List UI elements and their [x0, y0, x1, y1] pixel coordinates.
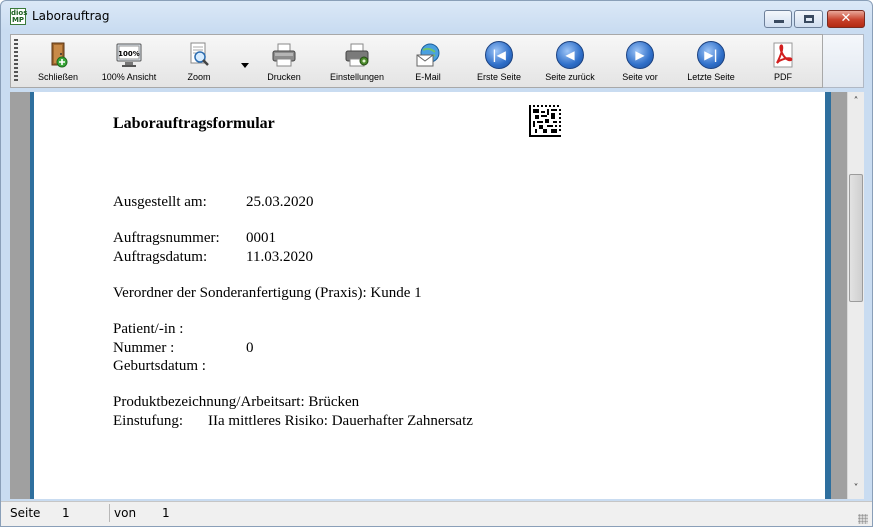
first-page-icon: |◀	[485, 41, 513, 69]
toolbar-empty-area	[823, 34, 864, 88]
close-report-button[interactable]: Schließen	[33, 39, 83, 85]
minimize-button[interactable]	[764, 10, 792, 28]
report-page: Laborauftragsformular Ausgestellt am: 25…	[34, 92, 825, 499]
order-number-value: 0001	[246, 230, 276, 246]
scroll-down-icon[interactable]: ˅	[848, 481, 864, 497]
settings-button[interactable]: Einstellungen	[327, 39, 387, 85]
print-label: Drucken	[267, 72, 301, 82]
patient-label: Patient/-in :	[113, 321, 184, 337]
window-title: Laborauftrag	[32, 9, 110, 23]
order-date-label: Auftragsdatum:	[113, 249, 208, 265]
last-page-button[interactable]: ▶| Letzte Seite	[683, 39, 739, 85]
settings-label: Einstellungen	[329, 72, 385, 82]
status-bar: Seite 1 von 1	[1, 501, 872, 526]
full-view-button[interactable]: 100% 100% Ansicht	[97, 39, 161, 85]
classification-value: IIa mittleres Risiko: Dauerhafter Zahner…	[208, 413, 473, 429]
printer-icon	[272, 43, 296, 67]
last-page-icon: ▶|	[697, 41, 725, 69]
order-number-label: Auftragsnummer:	[113, 230, 220, 246]
number-value: 0	[246, 340, 254, 356]
pdf-icon	[773, 42, 793, 68]
of-label: von	[114, 506, 137, 520]
datamatrix-code	[529, 105, 561, 137]
prescriber-line: Verordner der Sonderanfertigung (Praxis)…	[113, 285, 422, 301]
of-value: 1	[162, 506, 170, 520]
order-date-value: 11.03.2020	[246, 249, 313, 265]
zoom-button[interactable]: Zoom	[179, 39, 219, 85]
last-page-label: Letzte Seite	[687, 72, 735, 82]
zoom-dropdown-arrow-icon[interactable]	[241, 63, 249, 68]
next-page-button[interactable]: ▶ Seite vor	[617, 39, 663, 85]
zoom-magnifier-icon	[190, 42, 209, 66]
app-icon-text-bottom: MP	[11, 16, 25, 24]
door-exit-icon	[51, 42, 68, 68]
issued-label: Ausgestellt am:	[113, 194, 207, 210]
page-value: 1	[62, 506, 70, 520]
toolbar-grip[interactable]	[14, 39, 18, 83]
zoom-label: Zoom	[187, 72, 211, 82]
pdf-label: PDF	[774, 72, 792, 82]
first-page-label: Erste Seite	[476, 72, 522, 82]
classification-label: Einstufung:	[113, 413, 183, 429]
pdf-button[interactable]: PDF	[763, 39, 803, 85]
close-icon: ✕	[840, 11, 852, 26]
email-button[interactable]: E-Mail	[409, 39, 447, 85]
maximize-icon	[804, 15, 814, 23]
print-button[interactable]: Drucken	[263, 39, 305, 85]
status-separator	[109, 504, 110, 522]
maximize-button[interactable]	[794, 10, 823, 28]
report-window: dios MP Laborauftrag ✕ Schließen 100% 10…	[0, 0, 873, 527]
birthdate-label: Geburtsdatum :	[113, 358, 206, 374]
product-line: Produktbezeichnung/Arbeitsart: Brücken	[113, 394, 360, 410]
preview-area[interactable]: Laborauftragsformular Ausgestellt am: 25…	[10, 92, 847, 499]
title-bar[interactable]: dios MP Laborauftrag ✕	[1, 1, 872, 31]
close-button[interactable]: ✕	[827, 10, 865, 28]
printer-settings-icon	[345, 43, 369, 67]
page-label: Seite	[10, 506, 41, 520]
minimize-icon	[774, 20, 784, 23]
email-icon	[416, 43, 440, 67]
next-page-icon: ▶	[626, 41, 654, 69]
next-page-label: Seite vor	[622, 72, 658, 82]
app-icon: dios MP	[10, 8, 27, 25]
svg-text:100%: 100%	[118, 50, 140, 58]
number-label: Nummer :	[113, 340, 175, 356]
scrollbar-thumb[interactable]	[849, 174, 863, 302]
email-label: E-Mail	[415, 72, 441, 82]
previous-page-label: Seite zurück	[545, 72, 595, 82]
close-report-label: Schließen	[37, 72, 79, 82]
full-view-label: 100% Ansicht	[101, 72, 157, 82]
previous-page-button[interactable]: ◀ Seite zurück	[541, 39, 599, 85]
issued-value: 25.03.2020	[246, 194, 314, 210]
document-title: Laborauftragsformular	[113, 115, 275, 132]
first-page-button[interactable]: |◀ Erste Seite	[473, 39, 525, 85]
page-right-border	[825, 92, 831, 499]
scroll-up-icon[interactable]: ˄	[848, 94, 864, 110]
toolbar: Schließen 100% 100% Ansicht Zoom Drucken…	[10, 34, 823, 88]
monitor-100-icon: 100%	[116, 43, 142, 67]
resize-grip-icon[interactable]	[858, 514, 868, 524]
previous-page-icon: ◀	[556, 41, 584, 69]
vertical-scrollbar[interactable]: ˄ ˅	[847, 92, 864, 499]
